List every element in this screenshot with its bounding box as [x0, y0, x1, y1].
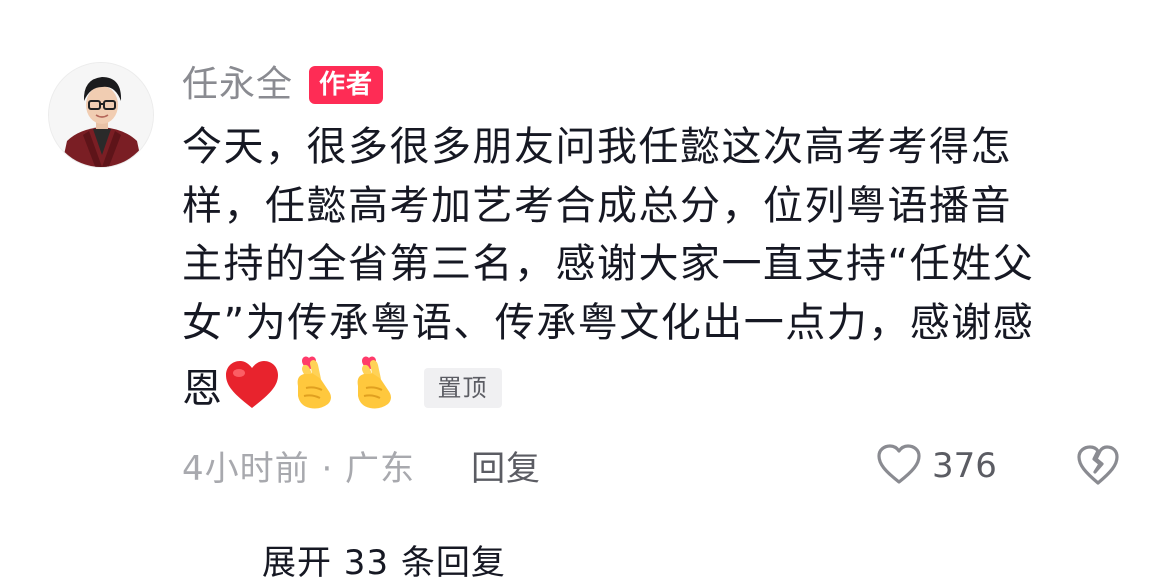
time-location: 4小时前 · 广东 — [182, 448, 416, 489]
comment-text-line: 今天，很多很多朋友问我任懿这次高考考得怎 — [182, 124, 1012, 170]
comment-text-line: 恩 — [182, 366, 224, 412]
comment-meta: 4小时前 · 广东 回复 — [182, 440, 541, 490]
pinned-badge: 置顶 — [423, 368, 502, 408]
broken-heart-icon — [1076, 445, 1120, 490]
comment-text-last-line: 恩 置顶 — [182, 352, 1122, 427]
expand-replies-link[interactable]: 展开 33 条回复 — [262, 540, 506, 586]
author-badge: 作者 — [309, 66, 384, 104]
avatar[interactable] — [48, 62, 154, 168]
comment-item: 任永全 作者 今天，很多很多朋友问我任懿这次高考考得怎 样，任懿高考加艺考合成总… — [0, 0, 1170, 583]
comment-header: 任永全 作者 — [182, 62, 384, 108]
like-count: 376 — [932, 446, 997, 486]
dislike-button[interactable] — [1076, 444, 1120, 488]
red-heart-icon — [224, 360, 280, 427]
like-button[interactable]: 376 — [876, 442, 997, 490]
username[interactable]: 任永全 — [182, 62, 293, 108]
reply-button[interactable]: 回复 — [471, 441, 541, 490]
comment-text-line: 主持的全省第三名，感谢大家一直支持“任姓父 — [182, 241, 1035, 287]
comment-text-line: 样，任懿高考加艺考合成总分，位列粤语播音 — [182, 182, 1012, 229]
finger-heart-icon — [348, 352, 400, 427]
comment-text-line: 女”为传承粤语、传承粤文化出一点力，感谢感 — [182, 299, 1035, 346]
finger-heart-icon — [288, 352, 340, 427]
heart-outline-icon — [876, 443, 922, 489]
avatar-image — [49, 63, 153, 167]
comment-text: 今天，很多很多朋友问我任懿这次高考考得怎 样，任懿高考加艺考合成总分，位列粤语播… — [182, 118, 1122, 427]
